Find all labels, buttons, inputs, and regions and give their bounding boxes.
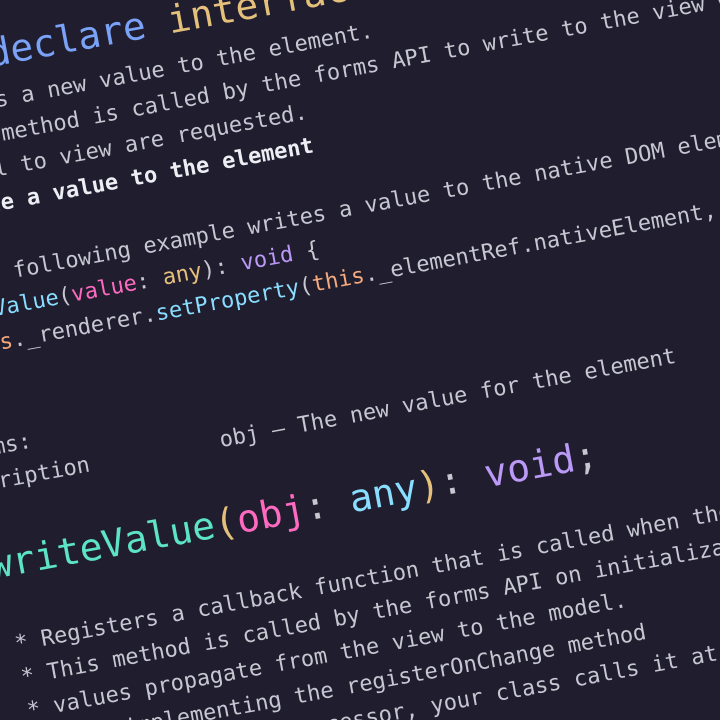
code-editor-surface: integrates with A DefaultValueAccessor e… [0, 0, 720, 720]
